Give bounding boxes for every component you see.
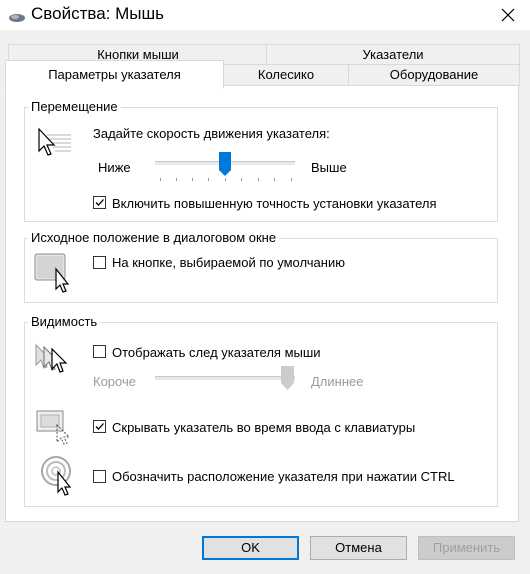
trail-slider-track xyxy=(155,376,295,380)
hide-while-typing-checkbox[interactable] xyxy=(93,420,106,433)
pointer-trails-icon xyxy=(34,343,78,380)
tab-pointer-options[interactable]: Параметры указателя xyxy=(5,60,224,89)
tab-hardware[interactable]: Оборудование xyxy=(348,64,520,86)
pointer-speed-icon xyxy=(35,127,75,164)
hide-while-typing-label[interactable]: Скрывать указатель во время ввода с клав… xyxy=(112,420,415,435)
slider-tick xyxy=(274,178,275,181)
slider-tick xyxy=(160,178,161,181)
ctrl-locate-icon xyxy=(40,455,80,500)
speed-prompt: Задайте скорость движения указателя: xyxy=(93,126,330,141)
close-button[interactable] xyxy=(486,0,530,30)
slider-tick xyxy=(192,178,193,181)
hide-while-typing-icon xyxy=(35,409,75,448)
snap-group xyxy=(24,238,498,303)
motion-group-title: Перемещение xyxy=(28,99,121,114)
snap-group-title: Исходное положение в диалоговом окне xyxy=(28,230,280,245)
precision-checkbox[interactable] xyxy=(93,196,106,209)
speed-slow-label: Ниже xyxy=(98,160,131,175)
trail-slider-thumb[interactable] xyxy=(281,366,294,393)
ctrl-locate-checkbox[interactable] xyxy=(93,470,106,483)
pointer-trails-label[interactable]: Отображать след указателя мыши xyxy=(112,345,321,360)
visibility-group-title: Видимость xyxy=(28,314,101,329)
precision-label[interactable]: Включить повышенную точность установки у… xyxy=(112,196,437,211)
slider-tick xyxy=(291,178,292,181)
title-bar: Свойства: Мышь xyxy=(0,0,530,30)
pointer-trails-checkbox[interactable] xyxy=(93,345,106,358)
tab-pointers[interactable]: Указатели xyxy=(266,44,520,65)
tab-wheel[interactable]: Колесико xyxy=(222,64,350,86)
snap-default-label[interactable]: На кнопке, выбираемой по умолчанию xyxy=(112,255,345,270)
trail-long-label: Длиннее xyxy=(311,374,364,389)
slider-tick xyxy=(258,178,259,181)
snap-default-checkbox[interactable] xyxy=(93,256,106,269)
ctrl-locate-label[interactable]: Обозначить расположение указателя при на… xyxy=(112,469,455,484)
slider-tick xyxy=(176,178,177,181)
speed-slider-thumb[interactable] xyxy=(219,152,231,179)
apply-button[interactable]: Применить xyxy=(418,536,515,560)
slider-tick xyxy=(241,178,242,181)
slider-tick xyxy=(208,178,209,181)
close-icon xyxy=(501,8,515,22)
window-title: Свойства: Мышь xyxy=(31,4,164,23)
mouse-icon xyxy=(8,11,26,22)
cancel-button[interactable]: Отмена xyxy=(310,536,407,560)
snap-to-icon xyxy=(34,253,76,296)
speed-fast-label: Выше xyxy=(311,160,347,175)
ok-button[interactable]: OK xyxy=(202,536,299,560)
trail-short-label: Короче xyxy=(93,374,136,389)
